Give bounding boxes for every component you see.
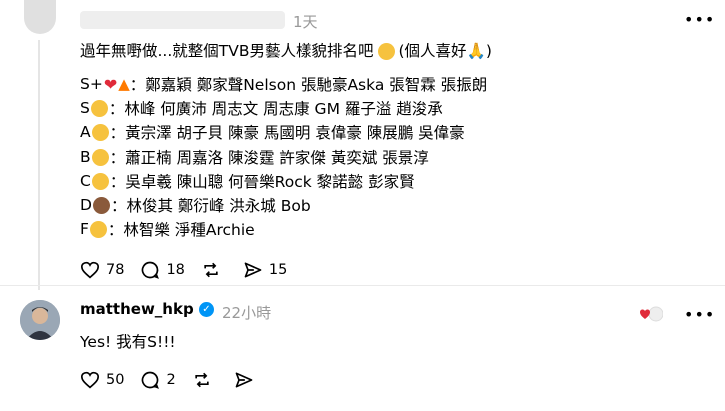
send-icon: [235, 372, 253, 388]
fire-icon: ▲: [118, 75, 130, 93]
liked-by-author-indicator: [639, 305, 664, 327]
post-timestamp: 1天: [293, 13, 318, 31]
author-username-blurred[interactable]: [80, 11, 285, 29]
repost-button[interactable]: [201, 260, 227, 280]
share-button[interactable]: 15: [243, 260, 287, 280]
frowning-emoji-icon: [89, 220, 107, 238]
comment-icon: [142, 261, 160, 279]
comment-count: 18: [166, 262, 185, 278]
more-options-icon[interactable]: •••: [684, 10, 715, 29]
reply-like-button[interactable]: 50: [80, 371, 124, 389]
post-title: 過年無嘢做...就整個TVB男藝人樣貌排名吧 (個人喜好🙏): [80, 42, 492, 60]
reply-share-button[interactable]: [234, 370, 260, 390]
author-avatar[interactable]: [24, 0, 56, 34]
thread-line: [38, 40, 40, 290]
reply-timestamp: 22小時: [222, 304, 272, 322]
relieved-emoji-icon: [91, 148, 109, 166]
reply-username[interactable]: matthew_hkp: [80, 300, 194, 318]
rank-row-splus: S+ ❤ ▲ ：鄭嘉穎 鄭家聲Nelson 張馳豪Aska 張智霖 張振朗: [80, 74, 488, 95]
reply-comment-button[interactable]: 2: [140, 370, 176, 390]
heart-outline-icon: [80, 371, 100, 389]
heart-eyes-emoji-icon: [91, 123, 109, 141]
person-photo-icon: [20, 300, 60, 340]
share-count: 15: [268, 262, 288, 278]
reply-like-count: 50: [106, 372, 125, 388]
reply-text: Yes! 我有S!!!: [80, 333, 176, 351]
divider: [0, 285, 725, 286]
rank-row-b: B ：蕭正楠 周嘉洛 陳浚霆 許家傑 黃奕斌 張景淳: [80, 148, 429, 167]
heart-icon: ❤: [103, 74, 118, 94]
comment-icon: [142, 371, 160, 389]
see-no-evil-monkey-icon: [92, 196, 110, 214]
rank-row-c: C ：吳卓羲 陳山聰 何晉樂Rock 黎諾懿 彭家賢: [80, 172, 415, 191]
praying-hands-icon: 🙏: [466, 42, 486, 60]
rank-row-s: S ：林峰 何廣沛 周志文 周志康 GM 羅子溢 趙浚承: [80, 99, 443, 118]
send-icon: [244, 262, 262, 278]
reply-actions: 50 2: [80, 370, 276, 390]
heart-outline-icon: [80, 261, 100, 279]
reply-more-options-icon[interactable]: •••: [684, 305, 715, 324]
verified-badge-icon: ✓: [199, 302, 214, 317]
post-actions: 78 18 15: [80, 260, 303, 280]
grimacing-emoji-icon: [91, 172, 109, 190]
smiling-emoji-icon: [90, 99, 108, 117]
reply-avatar[interactable]: [20, 300, 60, 340]
repost-icon: [195, 372, 209, 388]
comment-button[interactable]: 18: [140, 260, 185, 280]
repost-icon: [204, 262, 218, 278]
laughing-emoji-icon: [377, 43, 395, 60]
reply-comment-count: 2: [166, 372, 176, 388]
reply-repost-button[interactable]: [192, 370, 218, 390]
rank-row-d: D ：林俊其 鄭衍峰 洪永城 Bob: [80, 196, 311, 215]
rank-row-f: F ：林智樂 淨種Archie: [80, 220, 255, 239]
rank-row-a: A ：黃宗澤 胡子貝 陳豪 馬國明 袁偉豪 陳展鵬 吳偉豪: [80, 123, 465, 142]
like-count: 78: [106, 262, 125, 278]
like-button[interactable]: 78: [80, 261, 124, 279]
liked-heart-icon: [640, 306, 664, 322]
